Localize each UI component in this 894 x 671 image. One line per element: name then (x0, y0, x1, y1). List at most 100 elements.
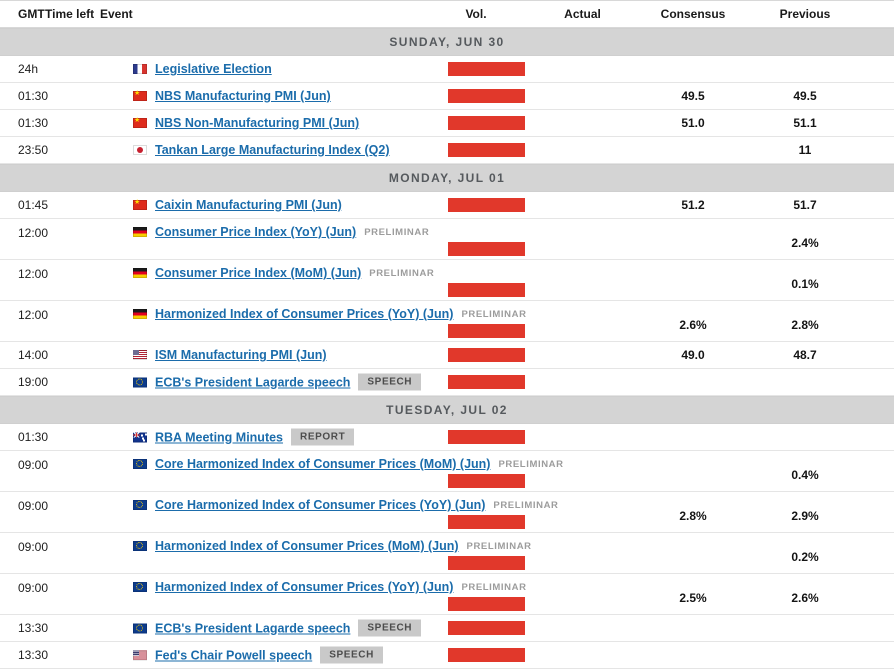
preliminary-label: PRELIMINAR (364, 227, 429, 238)
column-header-gmt: GMT (18, 7, 45, 21)
consensus-value (637, 260, 749, 300)
preliminary-label: PRELIMINAR (369, 268, 434, 279)
event-link[interactable]: Fed's Chair Powell speech (155, 648, 312, 662)
volatility-bar (448, 348, 525, 362)
flag-icon-cn (133, 200, 147, 210)
event-cell: Core Harmonized Index of Consumer Prices… (130, 492, 448, 532)
flag-icon-au (133, 432, 147, 442)
preliminary-label: PRELIMINAR (461, 582, 526, 593)
event-link[interactable]: Legislative Election (155, 62, 272, 76)
event-time: 01:45 (0, 192, 130, 218)
event-line: Harmonized Index of Consumer Prices (YoY… (133, 307, 527, 321)
event-link[interactable]: ECB's President Lagarde speech (155, 621, 350, 635)
event-link[interactable]: Consumer Price Index (MoM) (Jun) (155, 266, 361, 280)
actual-value (528, 137, 637, 163)
volatility-bar (448, 143, 525, 157)
event-link[interactable]: NBS Manufacturing PMI (Jun) (155, 89, 331, 103)
event-link[interactable]: Harmonized Index of Consumer Prices (MoM… (155, 539, 459, 553)
event-line: Fed's Chair Powell speech SPEECH (133, 647, 383, 664)
event-row: 09:00 Harmonized Index of Consumer Price… (0, 533, 894, 574)
consensus-value: 2.8% (637, 492, 749, 532)
event-link[interactable]: Caixin Manufacturing PMI (Jun) (155, 198, 342, 212)
event-time: 01:30 (0, 110, 130, 136)
actual-value (528, 574, 637, 614)
previous-value (749, 369, 861, 395)
event-cell: Harmonized Index of Consumer Prices (MoM… (130, 533, 448, 573)
consensus-value (637, 533, 749, 573)
event-link[interactable]: Harmonized Index of Consumer Prices (YoY… (155, 307, 453, 321)
actual-value (528, 424, 637, 450)
event-time: 19:00 (0, 369, 130, 395)
event-time: 24h (0, 56, 130, 82)
event-link[interactable]: NBS Non-Manufacturing PMI (Jun) (155, 116, 359, 130)
volatility-bar (448, 597, 525, 611)
event-cell: Harmonized Index of Consumer Prices (YoY… (130, 574, 448, 614)
actual-value (528, 342, 637, 368)
event-time: 14:00 (0, 342, 130, 368)
consensus-value: 2.5% (637, 574, 749, 614)
event-row: 09:00 Core Harmonized Index of Consumer … (0, 451, 894, 492)
event-row: 24h Legislative Election (0, 56, 894, 83)
consensus-value (637, 615, 749, 641)
preliminary-label: PRELIMINAR (461, 309, 526, 320)
consensus-value (637, 137, 749, 163)
column-header-consensus: Consensus (637, 7, 749, 21)
event-row: 23:50 Tankan Large Manufacturing Index (… (0, 137, 894, 164)
event-row: 13:30 Fed's Chair Powell speech SPEECH (0, 642, 894, 669)
event-time: 01:30 (0, 83, 130, 109)
consensus-value: 51.2 (637, 192, 749, 218)
event-row: 09:00 Harmonized Index of Consumer Price… (0, 574, 894, 615)
previous-value: 11 (749, 137, 861, 163)
event-cell: Caixin Manufacturing PMI (Jun) (130, 192, 448, 218)
event-cell: ECB's President Lagarde speech SPEECH (130, 615, 448, 641)
actual-value (528, 642, 637, 668)
event-row: 12:00 Consumer Price Index (MoM) (Jun) P… (0, 260, 894, 301)
volatility-bar (448, 621, 525, 635)
previous-value: 0.4% (749, 451, 861, 491)
flag-icon-jp (133, 145, 147, 155)
event-line: ISM Manufacturing PMI (Jun) (133, 348, 327, 362)
event-link[interactable]: Core Harmonized Index of Consumer Prices… (155, 457, 490, 471)
volatility-cell (448, 137, 528, 163)
actual-value (528, 219, 637, 259)
actual-value (528, 110, 637, 136)
flag-icon-eu (133, 500, 147, 510)
event-link[interactable]: Tankan Large Manufacturing Index (Q2) (155, 143, 390, 157)
event-line: Consumer Price Index (YoY) (Jun) PRELIMI… (133, 225, 429, 239)
volatility-cell (448, 642, 528, 668)
actual-value (528, 192, 637, 218)
event-cell: NBS Non-Manufacturing PMI (Jun) (130, 110, 448, 136)
volatility-bar (448, 324, 525, 338)
event-cell: RBA Meeting Minutes REPORT (130, 424, 448, 450)
preliminary-label: PRELIMINAR (467, 541, 532, 552)
actual-value (528, 56, 637, 82)
event-cell: Consumer Price Index (MoM) (Jun) PRELIMI… (130, 260, 448, 300)
event-row: 01:45 Caixin Manufacturing PMI (Jun) 51.… (0, 192, 894, 219)
event-type-badge: SPEECH (320, 647, 383, 664)
event-link[interactable]: RBA Meeting Minutes (155, 430, 283, 444)
volatility-bar (448, 430, 525, 444)
event-time: 12:00 (0, 219, 130, 259)
column-header-actual: Actual (528, 7, 637, 21)
event-time: 09:00 (0, 574, 130, 614)
event-link[interactable]: Harmonized Index of Consumer Prices (YoY… (155, 580, 453, 594)
event-cell: Fed's Chair Powell speech SPEECH (130, 642, 448, 668)
column-header-previous: Previous (749, 7, 861, 21)
event-line: Consumer Price Index (MoM) (Jun) PRELIMI… (133, 266, 434, 280)
event-link[interactable]: Consumer Price Index (YoY) (Jun) (155, 225, 356, 239)
event-link[interactable]: Core Harmonized Index of Consumer Prices… (155, 498, 485, 512)
event-line: ECB's President Lagarde speech SPEECH (133, 374, 421, 391)
volatility-bar (448, 62, 525, 76)
event-row: 01:30 NBS Non-Manufacturing PMI (Jun) 51… (0, 110, 894, 137)
event-time: 09:00 (0, 451, 130, 491)
event-line: Caixin Manufacturing PMI (Jun) (133, 198, 342, 212)
consensus-value: 2.6% (637, 301, 749, 341)
consensus-value (637, 642, 749, 668)
event-cell: Tankan Large Manufacturing Index (Q2) (130, 137, 448, 163)
flag-icon-de (133, 227, 147, 237)
event-link[interactable]: ECB's President Lagarde speech (155, 375, 350, 389)
event-link[interactable]: ISM Manufacturing PMI (Jun) (155, 348, 327, 362)
previous-value (749, 424, 861, 450)
event-type-badge: REPORT (291, 429, 354, 446)
previous-value: 2.9% (749, 492, 861, 532)
